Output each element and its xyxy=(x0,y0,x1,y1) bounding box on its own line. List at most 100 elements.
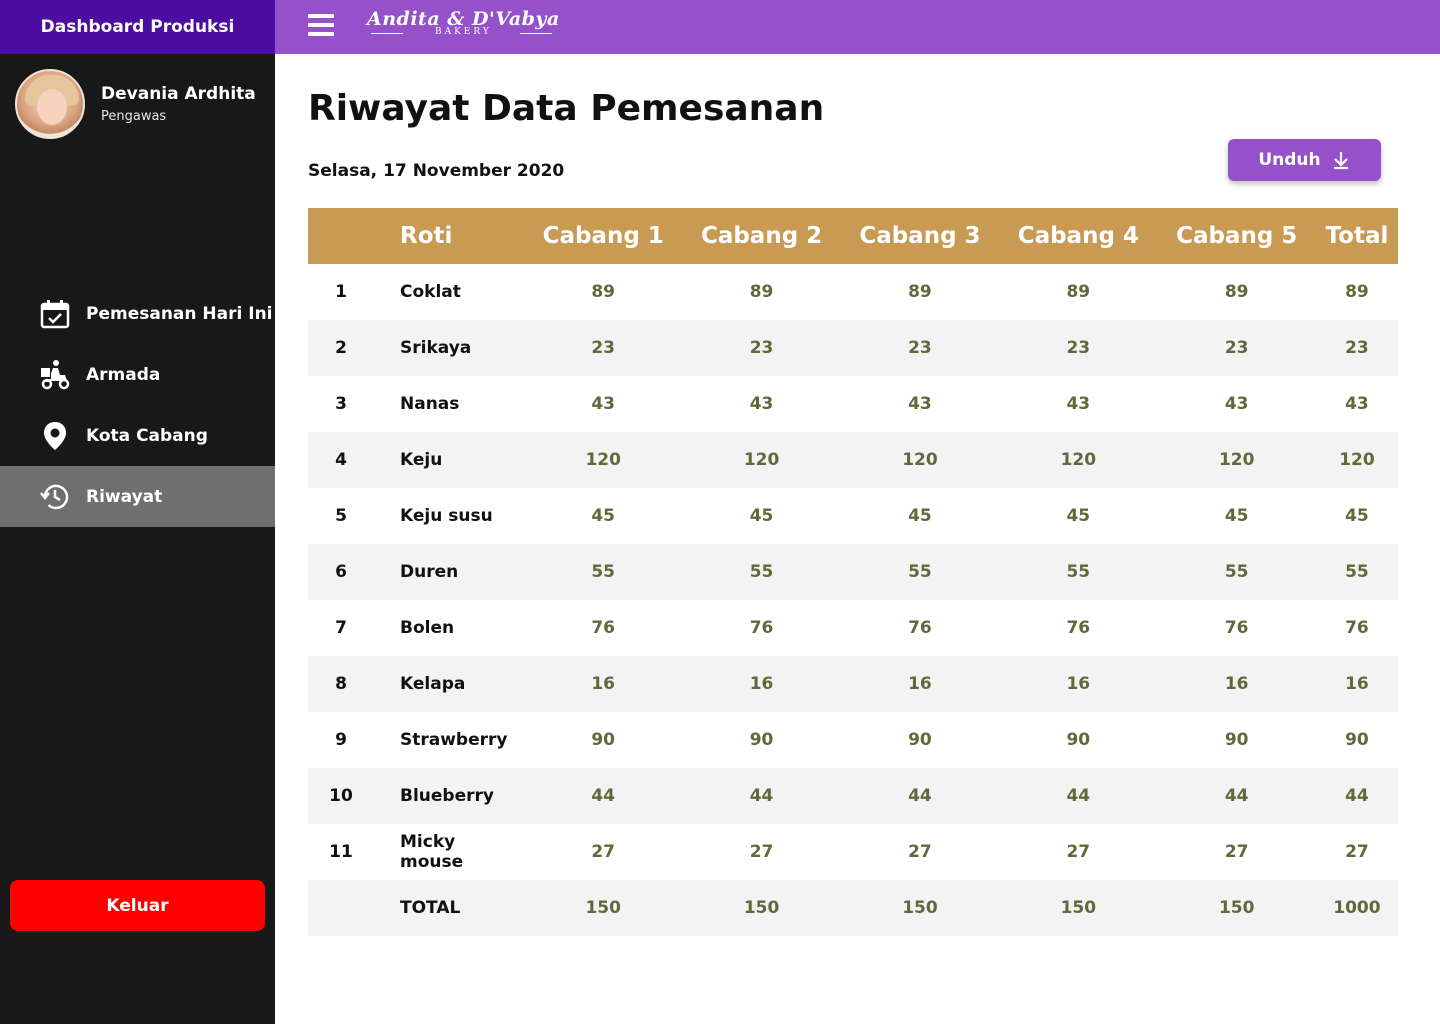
table-row: 7 Bolen 76 76 76 76 76 76 xyxy=(308,600,1398,656)
sidebar-item-pemesanan-hari-ini[interactable]: Pemesanan Hari Ini xyxy=(0,283,275,344)
row-bread-name: Keju xyxy=(400,450,443,470)
table-header-row: Roti Cabang 1 Cabang 2 Cabang 3 Cabang 4… xyxy=(308,208,1398,264)
history-icon xyxy=(38,480,72,514)
sidebar-item-label: Armada xyxy=(86,364,161,385)
row-cabang-2-value: 120 xyxy=(743,450,780,470)
row-cabang-4-value: 23 xyxy=(1066,338,1091,358)
sidebar-nav: Pemesanan Hari Ini Armada Kota Cabang Ri… xyxy=(0,283,275,527)
date-day: Selasa, xyxy=(308,161,378,181)
row-cabang-4-value: 44 xyxy=(1066,786,1091,806)
row-number: 8 xyxy=(335,674,347,694)
calendar-check-icon xyxy=(38,297,72,331)
row-number xyxy=(308,880,374,936)
row-cabang-1-value: 55 xyxy=(591,562,616,582)
row-cabang-2-value: 45 xyxy=(749,506,774,526)
row-total-value: 16 xyxy=(1345,674,1369,694)
row-cabang-4-value: 27 xyxy=(1066,842,1091,862)
row-cabang-1-value: 23 xyxy=(591,338,616,358)
row-cabang-3-value: 76 xyxy=(908,618,932,638)
row-cabang-3-value: 44 xyxy=(908,786,932,806)
order-history-table: Roti Cabang 1 Cabang 2 Cabang 3 Cabang 4… xyxy=(308,208,1398,936)
date-value: 17 November 2020 xyxy=(383,161,565,181)
row-cabang-5-value: 90 xyxy=(1224,730,1249,750)
row-cabang-1-value: 44 xyxy=(591,786,616,806)
row-bread-name: Keju susu xyxy=(400,506,493,526)
row-cabang-5-value: 76 xyxy=(1224,618,1249,638)
row-total-value: 27 xyxy=(1345,842,1369,862)
row-cabang-3-value: 27 xyxy=(908,842,932,862)
row-number: 11 xyxy=(329,842,353,862)
row-cabang-2-value: 27 xyxy=(749,842,774,862)
row-cabang-5-value: 150 xyxy=(1218,898,1255,918)
row-number: 3 xyxy=(335,394,347,414)
row-total-value: 55 xyxy=(1345,562,1369,582)
row-number: 2 xyxy=(335,338,347,358)
column-header-cabang-5: Cabang 5 xyxy=(1176,223,1298,249)
row-cabang-4-value: 90 xyxy=(1066,730,1091,750)
row-cabang-3-value: 89 xyxy=(908,282,932,302)
row-cabang-5-value: 55 xyxy=(1224,562,1249,582)
row-bread-name: Duren xyxy=(400,562,459,582)
row-cabang-1-value: 76 xyxy=(591,618,616,638)
table-row: 4 Keju 120 120 120 120 120 120 xyxy=(308,432,1398,488)
row-number: 6 xyxy=(335,562,347,582)
row-cabang-1-value: 89 xyxy=(591,282,616,302)
download-icon xyxy=(1333,152,1348,170)
column-header-total: Total xyxy=(1325,223,1389,249)
row-cabang-3-value: 120 xyxy=(902,450,938,470)
row-cabang-2-value: 44 xyxy=(749,786,774,806)
sidebar-item-riwayat[interactable]: Riwayat xyxy=(0,466,275,527)
row-number: 1 xyxy=(335,282,347,302)
row-cabang-3-value: 23 xyxy=(908,338,932,358)
sidebar-item-kota-cabang[interactable]: Kota Cabang xyxy=(0,405,275,466)
brand-sub: BAKERY xyxy=(367,27,560,37)
row-cabang-3-value: 55 xyxy=(908,562,932,582)
table-row: 3 Nanas 43 43 43 43 43 43 xyxy=(308,376,1398,432)
table-row: 11 Micky mouse 27 27 27 27 27 27 xyxy=(308,824,1398,880)
row-cabang-4-value: 150 xyxy=(1060,898,1097,918)
table-total-row: TOTAL 150 150 150 150 150 1000 xyxy=(308,880,1398,936)
location-pin-icon xyxy=(38,419,72,453)
row-cabang-2-value: 90 xyxy=(749,730,774,750)
row-bread-name: Nanas xyxy=(400,394,460,414)
row-cabang-1-value: 45 xyxy=(591,506,616,526)
row-cabang-4-value: 55 xyxy=(1066,562,1091,582)
top-bar: Andita & D'Vabya BAKERY xyxy=(275,0,1440,54)
row-cabang-4-value: 89 xyxy=(1066,282,1091,302)
row-cabang-1-value: 16 xyxy=(591,674,616,694)
row-number: 4 xyxy=(335,450,347,470)
row-bread-name: Bolen xyxy=(400,618,455,638)
table-row: 8 Kelapa 16 16 16 16 16 16 xyxy=(308,656,1398,712)
row-cabang-2-value: 89 xyxy=(749,282,774,302)
row-bread-name: Micky mouse xyxy=(400,832,464,872)
menu-icon[interactable] xyxy=(308,14,334,36)
row-total-value: 1000 xyxy=(1333,898,1381,918)
table-row: 10 Blueberry 44 44 44 44 44 44 xyxy=(308,768,1398,824)
table-row: 6 Duren 55 55 55 55 55 55 xyxy=(308,544,1398,600)
row-cabang-2-value: 55 xyxy=(749,562,774,582)
row-bread-name: Srikaya xyxy=(400,338,472,358)
row-cabang-4-value: 16 xyxy=(1066,674,1091,694)
sidebar: Dashboard Produksi Devania Ardhita Penga… xyxy=(0,0,275,1024)
row-number: 7 xyxy=(335,618,347,638)
sidebar-item-armada[interactable]: Armada xyxy=(0,344,275,405)
logout-button[interactable]: Keluar xyxy=(10,880,265,931)
table-row: 9 Strawberry 90 90 90 90 90 90 xyxy=(308,712,1398,768)
row-cabang-5-value: 16 xyxy=(1224,674,1249,694)
column-header-no xyxy=(308,208,374,264)
row-cabang-5-value: 45 xyxy=(1224,506,1249,526)
date-label: Selasa, 17 November 2020 xyxy=(308,161,564,181)
row-cabang-5-value: 23 xyxy=(1224,338,1249,358)
row-cabang-1-value: 27 xyxy=(591,842,616,862)
profile-name: Devania Ardhita xyxy=(101,84,256,104)
row-cabang-4-value: 43 xyxy=(1066,394,1091,414)
download-button[interactable]: Unduh xyxy=(1228,139,1381,181)
row-cabang-2-value: 23 xyxy=(749,338,774,358)
row-total-value: 23 xyxy=(1345,338,1369,358)
row-total-value: 89 xyxy=(1345,282,1369,302)
row-bread-name: Strawberry xyxy=(400,730,508,750)
row-total-value: 44 xyxy=(1345,786,1369,806)
row-number: 9 xyxy=(335,730,347,750)
column-header-roti: Roti xyxy=(400,223,453,249)
row-cabang-5-value: 89 xyxy=(1224,282,1249,302)
